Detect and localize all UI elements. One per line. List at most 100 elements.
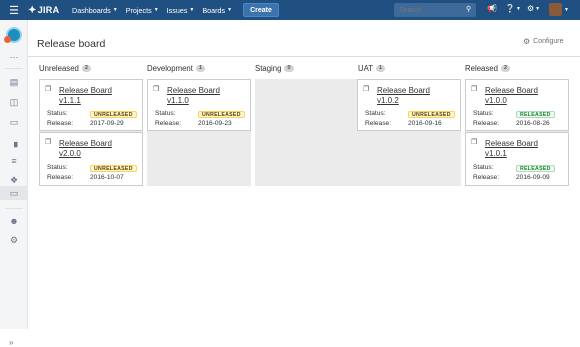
notification-dot [4,36,11,43]
version-number: v1.1.0 [167,96,189,105]
release-date: 2016-10-07 [90,174,124,181]
status-label: Status: [47,164,68,171]
version-link[interactable]: Release Board v2.0.0 [59,139,129,159]
status-badge: RELEASED [516,111,555,118]
nav-dashboards[interactable]: Dashboards ▼ [72,6,118,15]
release-date: 2016-09-16 [408,120,442,127]
version-number: v1.0.1 [485,149,507,158]
release-label: Release: [155,120,182,127]
chevron-down-icon[interactable]: ▼ [564,7,569,13]
project-settings-icon[interactable]: ⚙ [0,233,28,247]
release-date: 2016-08-26 [516,120,550,127]
version-link[interactable]: Release Board v1.0.0 [485,86,555,106]
version-link[interactable]: Release Board v1.0.1 [485,139,555,159]
user-avatar[interactable] [549,3,562,16]
search-icon[interactable]: ⚲ [466,5,471,13]
column-header-staging: Staging 0 [255,64,294,73]
column-header-development: Development 1 [147,64,206,73]
version-card[interactable]: ❐ Release Board v1.0.2 Status: UNRELEASED… [357,79,461,131]
column-header-unreleased: Unreleased 2 [39,64,91,73]
version-card[interactable]: ❐ Release Board v1.1.1 Status: UNRELEASED… [39,79,143,131]
chevron-down-icon: ▼ [535,5,541,12]
package-icon: ❐ [45,139,52,146]
search-input[interactable] [394,3,476,17]
more-icon[interactable]: ⋯ [0,50,28,64]
column-count-badge: 0 [284,65,294,72]
issues-icon[interactable]: ≡ [0,154,28,168]
version-project-name: Release Board [59,86,112,95]
version-link[interactable]: Release Board v1.1.1 [59,86,129,106]
status-label: Status: [47,110,68,117]
version-number: v1.0.0 [485,96,507,105]
reports-icon[interactable]: ▗ [0,135,28,149]
release-date: 2017-09-29 [90,120,124,127]
package-icon: ❐ [153,86,160,93]
column-name: Staging [255,64,282,73]
column-count-badge: 2 [81,65,91,72]
release-date: 2016-09-23 [198,120,232,127]
column-count-badge: 2 [500,65,511,72]
version-number: v1.1.1 [59,96,81,105]
jira-logo-icon: ✦ [28,4,37,16]
release-label: Release: [473,120,500,127]
status-label: Status: [365,110,386,117]
package-icon: ❐ [471,139,478,146]
column-count-badge: 1 [195,65,206,72]
version-link[interactable]: Release Board v1.0.2 [377,86,447,106]
board-icon[interactable]: ◫ [0,95,28,109]
chevron-down-icon: ▼ [227,7,233,13]
releases-icon[interactable]: ▭ [0,115,28,129]
column-uat: ❐ Release Board v1.0.2 Status: UNRELEASED… [357,79,461,186]
nav-issues-label: Issues [166,5,188,15]
add-people-icon[interactable]: ☻ [0,214,28,228]
version-card[interactable]: ❐ Release Board v2.0.0 Status: UNRELEASED… [39,132,143,186]
nav-boards[interactable]: Boards ▼ [202,6,232,15]
nav-issues[interactable]: Issues ▼ [167,6,195,15]
create-button[interactable]: Create [243,3,279,17]
column-name: Development [147,64,193,73]
version-number: v2.0.0 [59,149,81,158]
gear-icon: ⚙ [523,37,531,46]
version-number: v1.0.2 [377,96,399,105]
status-badge: UNRELEASED [198,111,245,118]
status-badge: UNRELEASED [408,111,455,118]
column-name: Unreleased [39,64,79,73]
status-badge: RELEASED [516,165,555,172]
column-name: UAT [358,64,374,73]
header-divider [28,56,580,57]
megaphone-icon[interactable]: 📢 [487,4,497,13]
package-icon: ❐ [363,86,370,93]
nav-projects-label: Projects [125,5,152,15]
configure-button[interactable]: ⚙ Configure [523,37,564,46]
package-icon: ❐ [45,86,52,93]
chevron-down-icon: ▼ [112,7,118,13]
expand-sidebar-icon[interactable]: » [9,338,13,347]
status-badge: UNRELEASED [90,111,137,118]
version-project-name: Release Board [377,86,430,95]
release-label: Release: [47,174,74,181]
chevron-down-icon: ▼ [153,7,159,13]
components-icon[interactable]: ❖ [0,173,28,187]
version-card[interactable]: ❐ Release Board v1.1.0 Status: UNRELEASED… [147,79,251,131]
release-label: Release: [47,120,74,127]
column-staging [255,79,359,186]
release-label: Release: [365,120,392,127]
app-switcher-icon[interactable]: ☰ [0,0,28,20]
version-card[interactable]: ❐ Release Board v1.0.0 Status: RELEASED R… [465,79,569,131]
chevron-down-icon: ▼ [515,5,521,12]
column-development: ❐ Release Board v1.1.0 Status: UNRELEASED… [147,79,251,186]
backlog-icon[interactable]: ▤ [0,75,28,89]
version-card[interactable]: ❐ Release Board v1.0.1 Status: RELEASED R… [465,132,569,186]
release-board-icon[interactable]: ▭ [0,186,28,200]
help-icon[interactable]: ❔ ▼ [505,4,521,13]
nav-projects[interactable]: Projects ▼ [126,6,159,15]
nav-boards-label: Boards [202,5,226,15]
version-link[interactable]: Release Board v1.1.0 [167,86,237,106]
status-label: Status: [473,164,494,171]
package-icon: ❐ [471,86,478,93]
sidebar-divider [5,68,23,69]
jira-logo[interactable]: ✦ JIRA [28,5,64,16]
release-date: 2016-09-09 [516,174,550,181]
version-project-name: Release Board [485,139,538,148]
settings-gear-icon[interactable]: ⚙ ▼ [527,4,540,13]
